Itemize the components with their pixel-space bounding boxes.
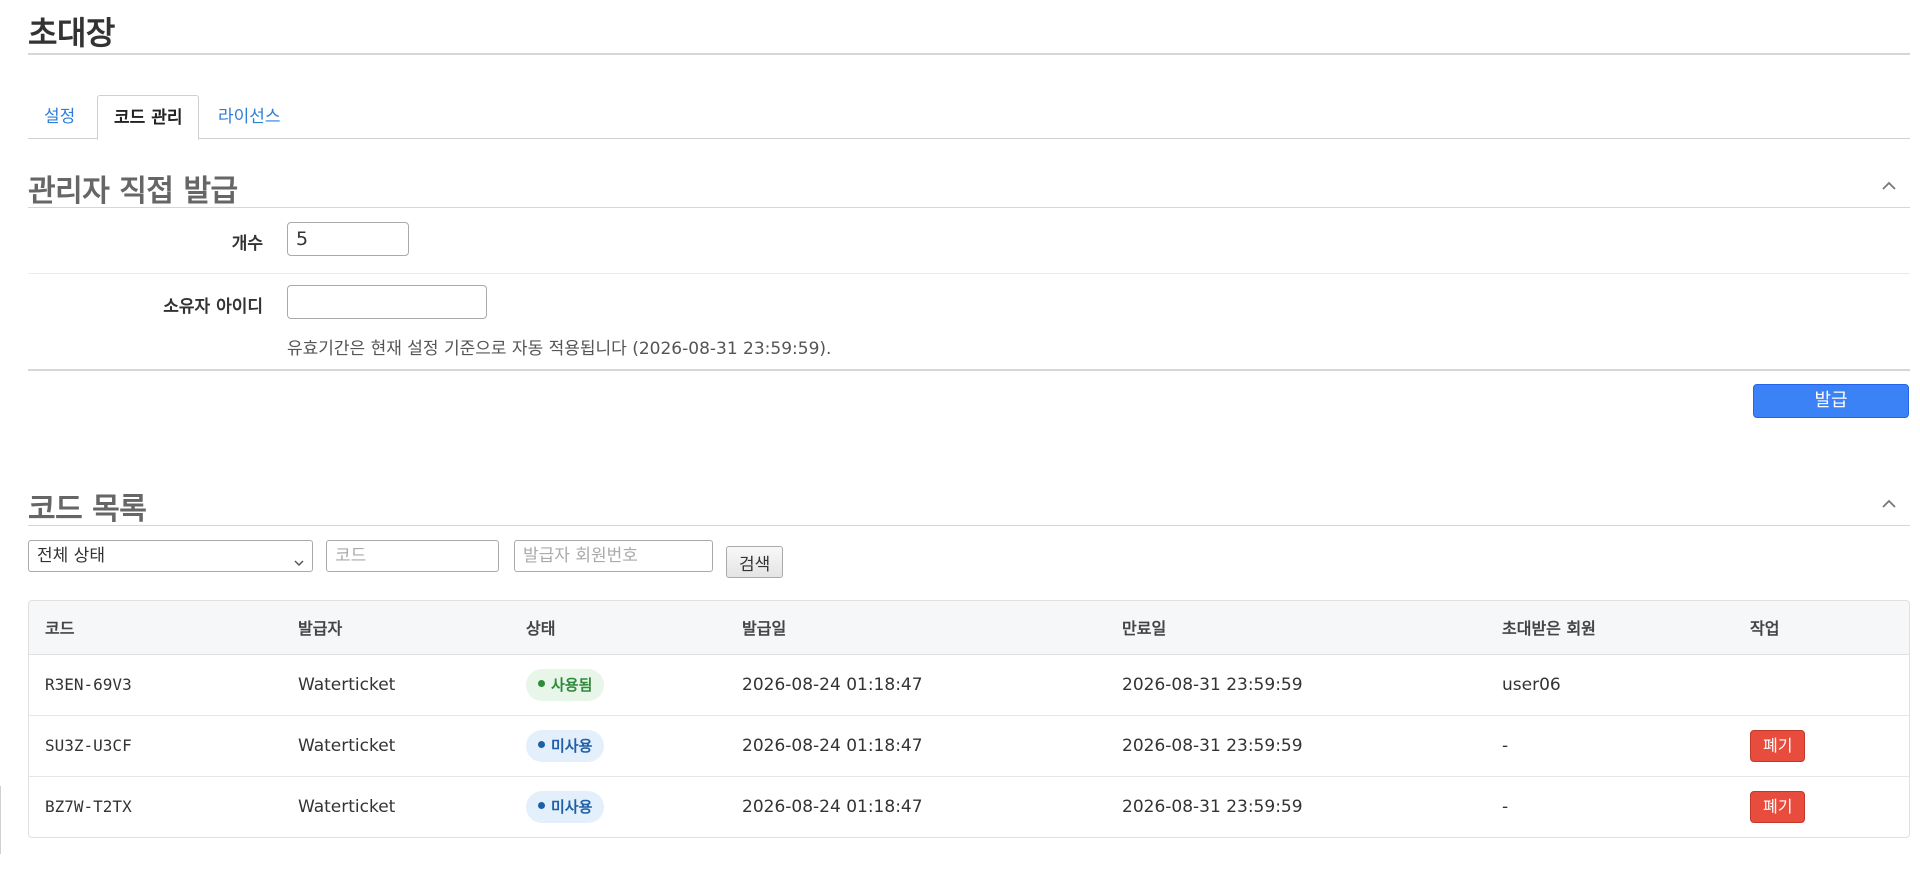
code-cell: SU3Z-U3CF: [45, 736, 132, 755]
code-cell: R3EN-69V3: [45, 675, 132, 694]
expiry-date-cell: 2026-08-31 23:59:59: [1122, 674, 1303, 695]
status-badge: 미사용: [526, 790, 605, 823]
column-header-invited-member: 초대받은 회원: [1486, 601, 1734, 655]
form-row-divider: [28, 273, 1910, 274]
chevron-up-icon[interactable]: [1878, 493, 1900, 515]
status-badge: 미사용: [526, 729, 605, 762]
revoke-button[interactable]: 폐기: [1750, 729, 1806, 762]
status-badge-label: 사용됨: [551, 675, 593, 694]
status-cell: 사용됨: [510, 654, 726, 715]
code-filter-input[interactable]: [326, 540, 499, 572]
invited-member-cell: -: [1502, 796, 1509, 817]
tab-license[interactable]: 라이선스: [202, 95, 297, 139]
table-row: R3EN-69V3 Waterticket 사용됨 2026-08-24 01:…: [29, 654, 1909, 715]
status-dot-icon: [538, 740, 545, 748]
status-filter-value: 전체 상태: [37, 546, 105, 566]
invited-member-cell: -: [1502, 735, 1509, 756]
expiry-date-cell: 2026-08-31 23:59:59: [1122, 796, 1303, 817]
issued-date-cell: 2026-08-24 01:18:47: [742, 674, 923, 695]
issuer-cell: Waterticket: [298, 674, 396, 695]
status-filter-select[interactable]: 전체 상태: [28, 540, 313, 572]
chevron-down-icon: [292, 550, 306, 567]
code-cell: BZ7W-T2TX: [45, 797, 132, 817]
column-header-action: 작업: [1734, 601, 1909, 655]
table-row: BZ7W-T2TX Waterticket 미사용 2026-08-24 01:…: [29, 776, 1909, 837]
page-title: 초대장: [28, 14, 115, 52]
validity-help-text: 유효기간은 현재 설정 기준으로 자동 적용됩니다 (2026-08-31 23…: [287, 339, 832, 359]
tab-bar: 설정 코드 관리 라이선스: [28, 95, 1910, 140]
count-label: 개수: [231, 234, 263, 254]
action-cell: [1734, 654, 1909, 715]
revoke-button[interactable]: 폐기: [1750, 790, 1806, 823]
issue-section-divider: [28, 207, 1910, 208]
issue-section-title: 관리자 직접 발급: [28, 174, 238, 209]
tab-settings[interactable]: 설정: [28, 95, 91, 139]
table-header-row: 코드 발급자 상태 발급일 만료일 초대받은 회원 작업: [29, 601, 1909, 655]
owner-id-label: 소유자 아이디: [163, 297, 263, 317]
issued-date-cell: 2026-08-24 01:18:47: [742, 796, 923, 817]
left-edge-divider: [0, 786, 1, 854]
issue-button[interactable]: 발급: [1753, 384, 1909, 418]
status-dot-icon: [538, 679, 545, 687]
action-cell: 폐기: [1734, 715, 1909, 776]
column-header-issued-date: 발급일: [726, 601, 1106, 655]
status-cell: 미사용: [510, 715, 726, 776]
code-table: 코드 발급자 상태 발급일 만료일 초대받은 회원 작업 R3EN-69V3 W…: [28, 600, 1910, 838]
column-header-expiry-date: 만료일: [1106, 601, 1486, 655]
title-divider: [28, 53, 1910, 55]
owner-id-input[interactable]: [287, 285, 487, 319]
table-row: SU3Z-U3CF Waterticket 미사용 2026-08-24 01:…: [29, 715, 1909, 776]
status-badge-label: 미사용: [551, 797, 593, 816]
column-header-status: 상태: [510, 601, 726, 655]
status-dot-icon: [538, 801, 545, 809]
list-section-divider: [28, 525, 1910, 526]
status-cell: 미사용: [510, 776, 726, 837]
issuer-cell: Waterticket: [298, 796, 396, 817]
column-header-code: 코드: [29, 601, 282, 655]
form-bottom-divider: [28, 369, 1910, 371]
column-header-issuer: 발급자: [282, 601, 510, 655]
action-cell: 폐기: [1734, 776, 1909, 837]
expiry-date-cell: 2026-08-31 23:59:59: [1122, 735, 1303, 756]
issuer-id-filter-input[interactable]: [514, 540, 713, 572]
status-badge-label: 미사용: [551, 736, 593, 755]
invited-member-cell: user06: [1502, 674, 1561, 695]
list-section-title: 코드 목록: [28, 492, 147, 527]
chevron-up-icon[interactable]: [1878, 175, 1900, 197]
issued-date-cell: 2026-08-24 01:18:47: [742, 735, 923, 756]
count-input[interactable]: [287, 222, 409, 256]
status-badge: 사용됨: [526, 668, 605, 701]
tab-code-management[interactable]: 코드 관리: [97, 95, 200, 140]
issuer-cell: Waterticket: [298, 735, 396, 756]
search-button[interactable]: 검색: [726, 546, 784, 578]
